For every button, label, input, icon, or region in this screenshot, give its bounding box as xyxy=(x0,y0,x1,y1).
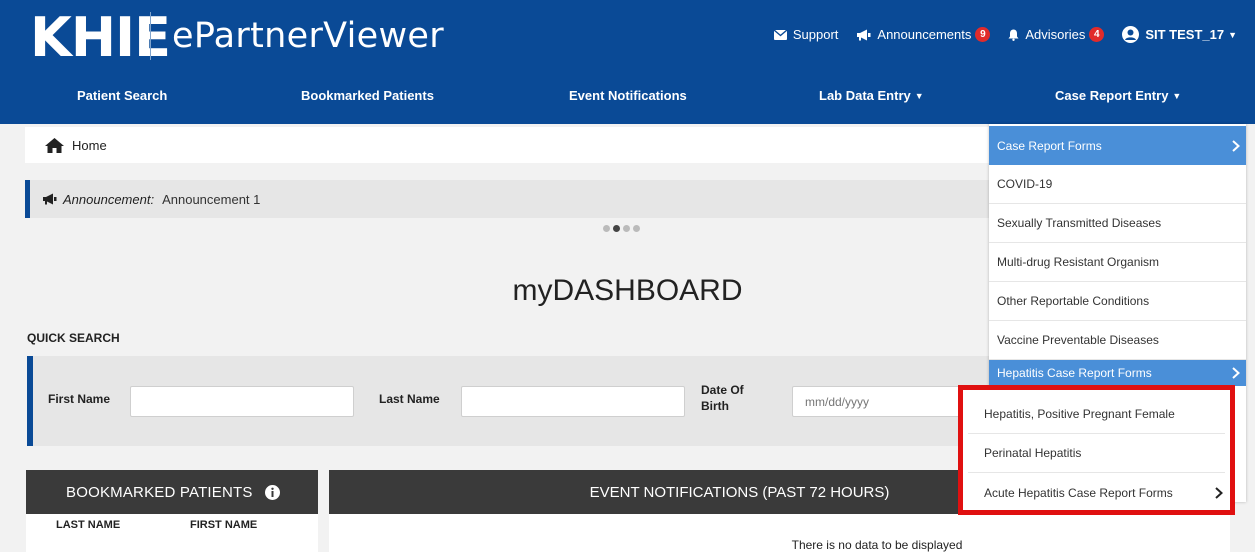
nav-lab-data-entry-label: Lab Data Entry xyxy=(819,88,911,103)
menu-item-label: Other Reportable Conditions xyxy=(997,294,1150,308)
last-name-input[interactable] xyxy=(461,386,685,417)
nav-patient-search[interactable]: Patient Search xyxy=(77,88,167,103)
submenu-item-acute-hepatitis-case-report-forms[interactable]: Acute Hepatitis Case Report Forms xyxy=(968,473,1225,512)
carousel-dots xyxy=(603,225,643,232)
quick-search-label: QUICK SEARCH xyxy=(27,331,120,345)
carousel-dot-active[interactable] xyxy=(613,225,620,232)
nav-lab-data-entry[interactable]: Lab Data Entry ▼ xyxy=(819,88,924,103)
submenu-item-label: Perinatal Hepatitis xyxy=(984,446,1082,460)
col-first-name[interactable]: FIRST NAME xyxy=(190,519,257,531)
caret-down-icon: ▼ xyxy=(1172,91,1182,101)
support-link[interactable]: Support xyxy=(773,27,839,42)
caret-down-icon: ▼ xyxy=(914,91,924,101)
bullhorn-icon xyxy=(857,29,871,40)
menu-item-vaccine-preventable-diseases[interactable]: Vaccine Preventable Diseases xyxy=(989,321,1246,360)
caret-down-icon: ▼ xyxy=(1228,29,1237,40)
chevron-right-icon xyxy=(1232,139,1240,152)
event-notifications-title: EVENT NOTIFICATIONS (PAST 72 HOURS) xyxy=(589,483,890,501)
bookmarked-table-header: LAST NAME FIRST NAME xyxy=(26,514,318,531)
info-icon[interactable] xyxy=(264,484,280,500)
menu-item-hepatitis-case-report-forms[interactable]: Hepatitis Case Report Forms xyxy=(989,360,1246,386)
submenu-item-label: Hepatitis, Positive Pregnant Female xyxy=(984,407,1175,421)
nav-event-notifications[interactable]: Event Notifications xyxy=(569,88,687,103)
user-circle-icon xyxy=(1122,26,1140,43)
menu-item-label: COVID-19 xyxy=(997,177,1053,191)
announcements-count-badge: 9 xyxy=(975,27,991,42)
menu-item-label: Multi-drug Resistant Organism xyxy=(997,255,1160,269)
first-name-label: First Name xyxy=(48,392,111,406)
first-name-input[interactable] xyxy=(130,386,354,417)
announcement-text: Announcement 1 xyxy=(162,191,261,207)
menu-item-covid-19[interactable]: COVID-19 xyxy=(989,165,1246,204)
dob-label-line2: Birth xyxy=(701,399,729,413)
announcements-label: Announcements xyxy=(877,27,972,42)
bookmarked-patients-panel: BOOKMARKED PATIENTS LAST NAME FIRST NAME xyxy=(26,470,318,552)
menu-item-label: Vaccine Preventable Diseases xyxy=(997,333,1159,347)
menu-item-label: Sexually Transmitted Diseases xyxy=(997,216,1162,230)
bell-icon xyxy=(1008,29,1019,41)
nav-bookmarked-patients[interactable]: Bookmarked Patients xyxy=(301,88,434,103)
menu-item-other-reportable-conditions[interactable]: Other Reportable Conditions xyxy=(989,282,1246,321)
advisories-link[interactable]: Advisories 4 xyxy=(1008,27,1105,42)
event-notifications-empty: There is no data to be displayed xyxy=(791,538,963,552)
app-title: ePartnerViewer xyxy=(172,16,444,56)
breadcrumb-home[interactable]: Home xyxy=(72,138,107,153)
app-header: KHIE ePartnerViewer Support Announcement… xyxy=(0,0,1255,124)
hepatitis-submenu-highlight: Hepatitis, Positive Pregnant Female Peri… xyxy=(958,385,1235,515)
last-name-label: Last Name xyxy=(379,392,440,406)
submenu-item-hepatitis-positive-pregnant-female[interactable]: Hepatitis, Positive Pregnant Female xyxy=(968,395,1225,434)
envelope-icon xyxy=(773,29,787,40)
main-nav: Patient Search Bookmarked Patients Event… xyxy=(0,76,1255,116)
user-menu[interactable]: SIT TEST_17 ▼ xyxy=(1122,26,1237,43)
submenu-item-label: Acute Hepatitis Case Report Forms xyxy=(984,485,1173,500)
logo-divider xyxy=(150,12,151,60)
chevron-right-icon xyxy=(1215,486,1223,499)
nav-case-report-entry[interactable]: Case Report Entry ▼ xyxy=(1055,88,1181,103)
announcements-link[interactable]: Announcements 9 xyxy=(856,27,991,42)
support-label: Support xyxy=(792,27,839,42)
top-links: Support Announcements 9 Advisories 4 SIT… xyxy=(756,26,1237,43)
menu-item-multi-drug-resistant-organism[interactable]: Multi-drug Resistant Organism xyxy=(989,243,1246,282)
carousel-dot[interactable] xyxy=(633,225,640,232)
announcement-label: Announcement: xyxy=(63,191,155,207)
menu-item-case-report-forms[interactable]: Case Report Forms xyxy=(989,126,1246,165)
menu-item-label: Case Report Forms xyxy=(997,138,1102,153)
bullhorn-icon xyxy=(43,193,57,205)
carousel-dot[interactable] xyxy=(623,225,630,232)
bookmarked-patients-title: BOOKMARKED PATIENTS xyxy=(66,483,253,501)
col-last-name[interactable]: LAST NAME xyxy=(56,519,190,531)
dob-label: Date Of Birth xyxy=(701,382,744,414)
advisories-count-badge: 4 xyxy=(1089,27,1105,42)
advisories-label: Advisories xyxy=(1025,27,1086,42)
chevron-right-icon xyxy=(1232,367,1240,379)
bookmarked-patients-header: BOOKMARKED PATIENTS xyxy=(26,470,318,514)
home-icon[interactable] xyxy=(45,137,64,153)
carousel-dot[interactable] xyxy=(603,225,610,232)
submenu-item-perinatal-hepatitis[interactable]: Perinatal Hepatitis xyxy=(968,434,1225,473)
menu-item-label: Hepatitis Case Report Forms xyxy=(997,366,1152,380)
user-name: SIT TEST_17 xyxy=(1145,27,1225,42)
menu-item-sexually-transmitted-diseases[interactable]: Sexually Transmitted Diseases xyxy=(989,204,1246,243)
nav-case-report-entry-label: Case Report Entry xyxy=(1055,88,1169,103)
dob-label-line1: Date Of xyxy=(701,383,744,397)
